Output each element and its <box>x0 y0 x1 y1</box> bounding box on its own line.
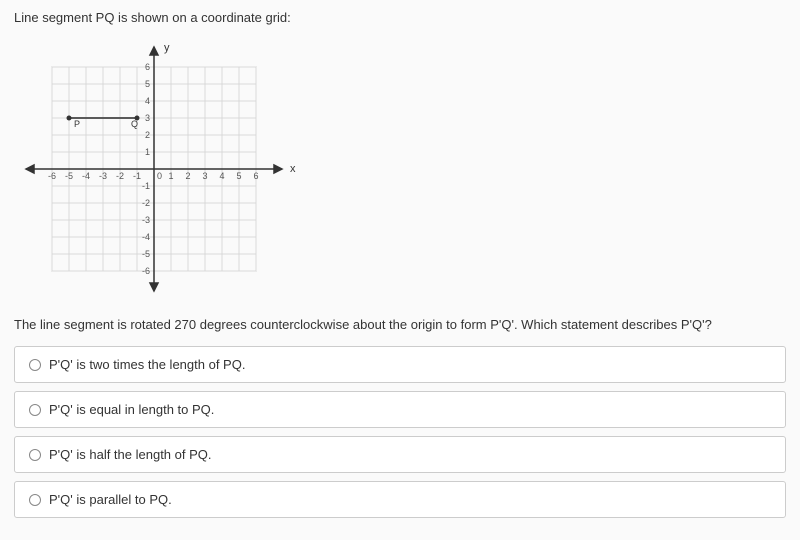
point-p <box>67 116 72 121</box>
choice-3[interactable]: P'Q' is parallel to PQ. <box>14 481 786 518</box>
x-axis-arrow-left <box>26 165 34 173</box>
svg-text:-2: -2 <box>142 198 150 208</box>
svg-text:-4: -4 <box>142 232 150 242</box>
svg-text:4: 4 <box>145 96 150 106</box>
svg-text:-6: -6 <box>142 266 150 276</box>
svg-text:-1: -1 <box>133 171 141 181</box>
x-axis-label: x <box>290 163 296 175</box>
svg-text:5: 5 <box>236 171 241 181</box>
choice-text: P'Q' is equal in length to PQ. <box>49 402 214 417</box>
svg-text:1: 1 <box>168 171 173 181</box>
choice-1[interactable]: P'Q' is equal in length to PQ. <box>14 391 786 428</box>
label-q: Q <box>131 119 138 129</box>
svg-text:-2: -2 <box>116 171 124 181</box>
prompt-text: Line segment PQ is shown on a coordinate… <box>14 10 786 25</box>
question-text: The line segment is rotated 270 degrees … <box>14 317 786 332</box>
svg-text:5: 5 <box>145 79 150 89</box>
grid-svg: -6 -5 -4 -3 -2 -1 0 1 2 3 4 5 6 6 5 4 3 … <box>14 39 304 299</box>
y-axis-label: y <box>164 42 170 54</box>
x-axis-arrow-right <box>274 165 282 173</box>
choice-2[interactable]: P'Q' is half the length of PQ. <box>14 436 786 473</box>
svg-text:-5: -5 <box>65 171 73 181</box>
choice-text: P'Q' is parallel to PQ. <box>49 492 172 507</box>
radio-icon <box>29 449 41 461</box>
svg-text:3: 3 <box>145 113 150 123</box>
svg-text:1: 1 <box>145 147 150 157</box>
svg-text:3: 3 <box>202 171 207 181</box>
choice-text: P'Q' is two times the length of PQ. <box>49 357 245 372</box>
svg-text:-3: -3 <box>99 171 107 181</box>
y-axis-arrow-up <box>150 47 158 55</box>
svg-text:-1: -1 <box>142 181 150 191</box>
y-axis-arrow-down <box>150 283 158 291</box>
coordinate-grid: -6 -5 -4 -3 -2 -1 0 1 2 3 4 5 6 6 5 4 3 … <box>14 39 786 299</box>
svg-text:4: 4 <box>219 171 224 181</box>
svg-text:6: 6 <box>145 62 150 72</box>
choice-0[interactable]: P'Q' is two times the length of PQ. <box>14 346 786 383</box>
svg-text:2: 2 <box>185 171 190 181</box>
svg-text:-3: -3 <box>142 215 150 225</box>
label-p: P <box>74 119 80 129</box>
radio-icon <box>29 494 41 506</box>
svg-text:-5: -5 <box>142 249 150 259</box>
svg-text:-4: -4 <box>82 171 90 181</box>
radio-icon <box>29 359 41 371</box>
svg-text:-6: -6 <box>48 171 56 181</box>
svg-text:6: 6 <box>253 171 258 181</box>
choice-text: P'Q' is half the length of PQ. <box>49 447 212 462</box>
svg-text:2: 2 <box>145 130 150 140</box>
radio-icon <box>29 404 41 416</box>
svg-text:0: 0 <box>157 171 162 181</box>
